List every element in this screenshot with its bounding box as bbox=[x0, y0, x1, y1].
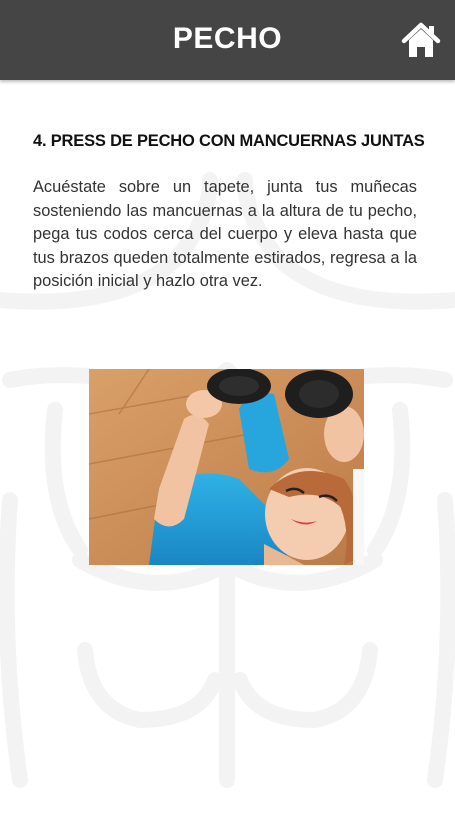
exercise-description: Acuéstate sobre un tapete, junta tus muñ… bbox=[33, 178, 417, 290]
page-title: PECHO bbox=[172, 22, 283, 55]
home-icon bbox=[401, 22, 441, 57]
exercise-photo bbox=[89, 369, 364, 565]
home-button[interactable] bbox=[401, 20, 441, 60]
app-header: PECHO bbox=[0, 0, 455, 80]
exercise-title: 4. PRESS DE PECHO CON MANCUERNAS JUNTAS bbox=[33, 132, 425, 150]
